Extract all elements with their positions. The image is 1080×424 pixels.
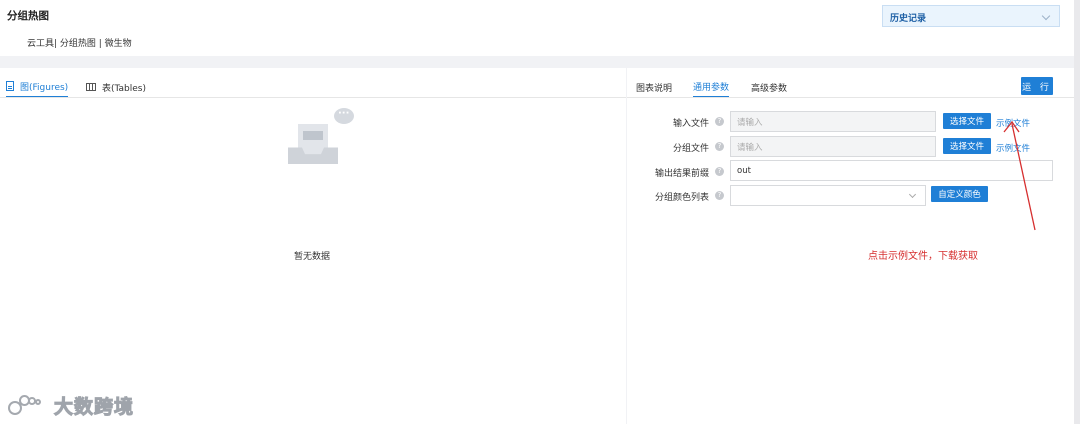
tab-tables-label: 表(Tables) bbox=[102, 83, 146, 94]
tabs-divider bbox=[0, 97, 626, 98]
page-title: 分组热图 bbox=[7, 10, 49, 22]
empty-state-text: 暂无数据 bbox=[294, 252, 331, 262]
annotation-text: 点击示例文件，下载获取 bbox=[868, 251, 978, 262]
tab-general-params[interactable]: 通用参数 bbox=[693, 76, 730, 98]
results-panel: 图(Figures) 表(Tables) 暂无数据 bbox=[0, 68, 626, 424]
table-icon bbox=[86, 83, 96, 91]
input-file-field[interactable]: 请输入 bbox=[730, 111, 936, 132]
page-header: 分组热图 云工具| 分组热图 | 微生物 历史记录 bbox=[0, 0, 1074, 56]
breadcrumb: 云工具| 分组热图 | 微生物 bbox=[27, 39, 132, 49]
tab-figures[interactable]: 图(Figures) bbox=[6, 76, 69, 98]
tab-chart-description[interactable]: 图表说明 bbox=[636, 76, 672, 98]
tab-advanced-params[interactable]: 高级参数 bbox=[751, 76, 787, 98]
output-prefix-label: 输出结果前缀 bbox=[654, 169, 709, 179]
watermark: 大数跨境 bbox=[8, 392, 134, 419]
tab-advanced-params-label: 高级参数 bbox=[751, 83, 788, 94]
choose-group-file-button[interactable]: 选择文件 bbox=[943, 138, 991, 154]
document-icon bbox=[6, 81, 14, 91]
tab-chart-description-label: 图表说明 bbox=[636, 83, 673, 94]
annotation-arrow bbox=[1003, 120, 1036, 231]
history-dropdown-label: 历史记录 bbox=[890, 14, 927, 24]
group-file-field[interactable]: 请输入 bbox=[730, 136, 936, 157]
help-icon[interactable]: ? bbox=[715, 167, 724, 176]
tabs-divider bbox=[627, 97, 1074, 98]
watermark-text: 大数跨境 bbox=[53, 396, 135, 419]
tab-tables[interactable]: 表(Tables) bbox=[86, 76, 146, 98]
chevron-down-icon bbox=[1041, 11, 1051, 21]
choose-input-file-button[interactable]: 选择文件 bbox=[943, 113, 991, 129]
scrollbar[interactable] bbox=[1074, 0, 1080, 424]
group-colors-label: 分组颜色列表 bbox=[654, 193, 709, 203]
help-icon[interactable]: ? bbox=[715, 142, 724, 151]
tab-figures-label: 图(Figures) bbox=[20, 82, 69, 93]
run-button[interactable]: 运 行 bbox=[1021, 77, 1053, 95]
help-icon[interactable]: ? bbox=[715, 191, 724, 200]
history-dropdown[interactable]: 历史记录 bbox=[882, 5, 1060, 27]
custom-color-button[interactable]: 自定义颜色 bbox=[931, 186, 988, 202]
tab-general-params-label: 通用参数 bbox=[693, 82, 730, 93]
input-file-label: 输入文件 bbox=[672, 119, 709, 129]
watermark-logo-icon bbox=[8, 394, 48, 417]
empty-inbox-icon bbox=[288, 108, 354, 172]
help-icon[interactable]: ? bbox=[715, 117, 724, 126]
group-colors-select[interactable] bbox=[730, 185, 926, 206]
group-file-label: 分组文件 bbox=[672, 144, 709, 154]
